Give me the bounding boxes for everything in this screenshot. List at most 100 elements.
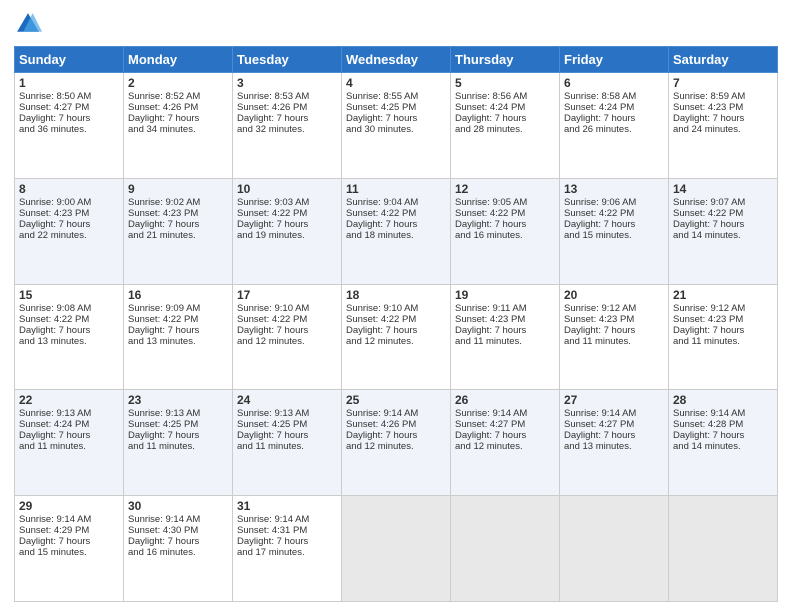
calendar-cell: 29Sunrise: 9:14 AMSunset: 4:29 PMDayligh… (15, 496, 124, 602)
day-info-line: Sunset: 4:27 PM (455, 419, 555, 430)
day-number: 6 (564, 76, 664, 90)
day-info-line: Daylight: 7 hours (128, 113, 228, 124)
day-info-line: Daylight: 7 hours (455, 219, 555, 230)
day-info-line: Sunset: 4:22 PM (346, 208, 446, 219)
day-info-line: Sunset: 4:22 PM (673, 208, 773, 219)
day-number: 10 (237, 182, 337, 196)
day-info-line: Daylight: 7 hours (564, 113, 664, 124)
day-info-line: and 30 minutes. (346, 124, 446, 135)
day-info-line: and 13 minutes. (19, 336, 119, 347)
day-info-line: Sunrise: 8:53 AM (237, 91, 337, 102)
day-info-line: Daylight: 7 hours (455, 430, 555, 441)
calendar-cell: 24Sunrise: 9:13 AMSunset: 4:25 PMDayligh… (233, 390, 342, 496)
day-number: 27 (564, 393, 664, 407)
col-header-thursday: Thursday (451, 47, 560, 73)
day-info-line: Sunset: 4:24 PM (19, 419, 119, 430)
day-info-line: and 11 minutes. (19, 441, 119, 452)
day-info-line: Sunrise: 9:14 AM (455, 408, 555, 419)
day-info-line: Daylight: 7 hours (19, 113, 119, 124)
day-info-line: and 36 minutes. (19, 124, 119, 135)
calendar-cell: 9Sunrise: 9:02 AMSunset: 4:23 PMDaylight… (124, 178, 233, 284)
day-info-line: Sunrise: 9:05 AM (455, 197, 555, 208)
calendar-cell: 12Sunrise: 9:05 AMSunset: 4:22 PMDayligh… (451, 178, 560, 284)
day-number: 17 (237, 288, 337, 302)
day-info-line: Daylight: 7 hours (346, 325, 446, 336)
day-info-line: Daylight: 7 hours (128, 325, 228, 336)
day-number: 19 (455, 288, 555, 302)
day-info-line: Sunset: 4:22 PM (346, 314, 446, 325)
day-info-line: Daylight: 7 hours (128, 219, 228, 230)
day-number: 12 (455, 182, 555, 196)
day-info-line: Sunset: 4:30 PM (128, 525, 228, 536)
day-info-line: and 11 minutes. (237, 441, 337, 452)
day-number: 2 (128, 76, 228, 90)
day-info-line: Sunset: 4:29 PM (19, 525, 119, 536)
day-info-line: Sunset: 4:22 PM (237, 208, 337, 219)
day-number: 7 (673, 76, 773, 90)
col-header-tuesday: Tuesday (233, 47, 342, 73)
day-info-line: Daylight: 7 hours (19, 219, 119, 230)
calendar-table: SundayMondayTuesdayWednesdayThursdayFrid… (14, 46, 778, 602)
day-info-line: Sunrise: 9:13 AM (19, 408, 119, 419)
day-number: 13 (564, 182, 664, 196)
calendar-cell: 11Sunrise: 9:04 AMSunset: 4:22 PMDayligh… (342, 178, 451, 284)
day-info-line: Sunset: 4:27 PM (19, 102, 119, 113)
day-info-line: Sunset: 4:23 PM (673, 314, 773, 325)
day-number: 31 (237, 499, 337, 513)
day-info-line: Daylight: 7 hours (237, 536, 337, 547)
calendar-cell: 20Sunrise: 9:12 AMSunset: 4:23 PMDayligh… (560, 284, 669, 390)
day-info-line: Sunset: 4:23 PM (455, 314, 555, 325)
day-info-line: Sunrise: 8:50 AM (19, 91, 119, 102)
day-info-line: Sunset: 4:27 PM (564, 419, 664, 430)
day-info-line: Sunrise: 9:10 AM (346, 303, 446, 314)
day-info-line: Sunset: 4:23 PM (19, 208, 119, 219)
calendar-cell: 4Sunrise: 8:55 AMSunset: 4:25 PMDaylight… (342, 73, 451, 179)
day-info-line: Sunrise: 9:13 AM (237, 408, 337, 419)
day-number: 18 (346, 288, 446, 302)
day-number: 11 (346, 182, 446, 196)
calendar-cell: 16Sunrise: 9:09 AMSunset: 4:22 PMDayligh… (124, 284, 233, 390)
calendar-cell: 8Sunrise: 9:00 AMSunset: 4:23 PMDaylight… (15, 178, 124, 284)
page: SundayMondayTuesdayWednesdayThursdayFrid… (0, 0, 792, 612)
calendar-cell: 13Sunrise: 9:06 AMSunset: 4:22 PMDayligh… (560, 178, 669, 284)
day-info-line: Daylight: 7 hours (673, 113, 773, 124)
day-number: 23 (128, 393, 228, 407)
day-info-line: and 16 minutes. (128, 547, 228, 558)
col-header-wednesday: Wednesday (342, 47, 451, 73)
day-info-line: Daylight: 7 hours (346, 113, 446, 124)
col-header-friday: Friday (560, 47, 669, 73)
day-info-line: and 32 minutes. (237, 124, 337, 135)
day-info-line: Daylight: 7 hours (237, 430, 337, 441)
day-info-line: and 12 minutes. (346, 336, 446, 347)
day-info-line: Sunset: 4:23 PM (564, 314, 664, 325)
calendar-cell (342, 496, 451, 602)
day-info-line: Daylight: 7 hours (346, 219, 446, 230)
calendar-cell: 6Sunrise: 8:58 AMSunset: 4:24 PMDaylight… (560, 73, 669, 179)
day-info-line: Sunrise: 8:56 AM (455, 91, 555, 102)
calendar-cell (560, 496, 669, 602)
day-info-line: Sunset: 4:22 PM (19, 314, 119, 325)
day-info-line: and 21 minutes. (128, 230, 228, 241)
calendar-cell: 25Sunrise: 9:14 AMSunset: 4:26 PMDayligh… (342, 390, 451, 496)
day-info-line: and 15 minutes. (564, 230, 664, 241)
day-info-line: and 34 minutes. (128, 124, 228, 135)
day-number: 29 (19, 499, 119, 513)
calendar-cell: 26Sunrise: 9:14 AMSunset: 4:27 PMDayligh… (451, 390, 560, 496)
calendar-cell (669, 496, 778, 602)
day-number: 24 (237, 393, 337, 407)
day-info-line: and 13 minutes. (128, 336, 228, 347)
day-info-line: Daylight: 7 hours (673, 325, 773, 336)
day-number: 16 (128, 288, 228, 302)
day-info-line: Sunrise: 9:13 AM (128, 408, 228, 419)
day-info-line: Sunrise: 9:09 AM (128, 303, 228, 314)
day-info-line: Sunrise: 9:14 AM (128, 514, 228, 525)
calendar-cell: 31Sunrise: 9:14 AMSunset: 4:31 PMDayligh… (233, 496, 342, 602)
calendar-cell: 21Sunrise: 9:12 AMSunset: 4:23 PMDayligh… (669, 284, 778, 390)
day-info-line: and 17 minutes. (237, 547, 337, 558)
day-info-line: Sunrise: 9:08 AM (19, 303, 119, 314)
day-info-line: and 15 minutes. (19, 547, 119, 558)
day-info-line: Sunrise: 8:59 AM (673, 91, 773, 102)
day-info-line: Sunset: 4:26 PM (346, 419, 446, 430)
day-number: 26 (455, 393, 555, 407)
day-info-line: Sunrise: 9:14 AM (564, 408, 664, 419)
